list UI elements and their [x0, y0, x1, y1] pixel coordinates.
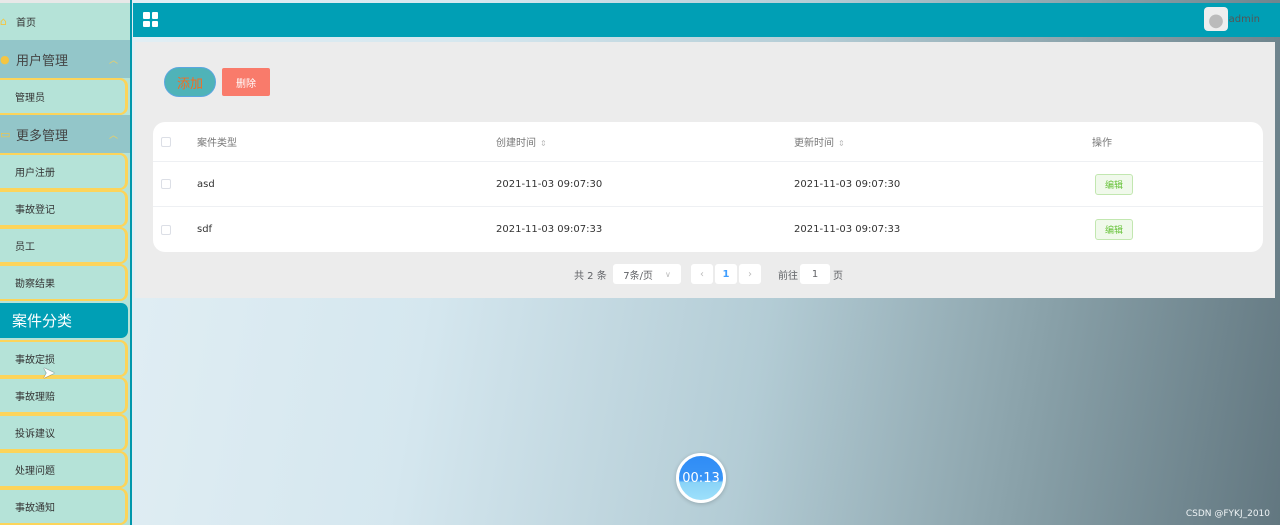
column-label: 创建时间 — [496, 138, 536, 149]
next-page-button[interactable]: › — [739, 264, 761, 284]
chevron-down-icon: ∨ — [664, 269, 671, 279]
username[interactable]: admin — [1229, 14, 1260, 25]
row-checkbox[interactable] — [161, 224, 171, 235]
sidebar-item-active[interactable]: 案件分类 — [0, 303, 128, 338]
table-row: sdf 2021-11-03 09:07:33 2021-11-03 09:07… — [153, 207, 1263, 252]
user-icon: ● — [0, 52, 10, 66]
cell-created: 2021-11-03 09:07:30 — [496, 178, 603, 190]
chat-icon: ▭ — [0, 127, 11, 141]
sidebar-item[interactable]: 事故登记 — [0, 190, 128, 227]
column-label: 更新时间 — [794, 138, 834, 149]
top-bar: ● admin — [133, 3, 1280, 37]
chevron-up-icon: ︿ — [108, 130, 118, 141]
cell-updated: 2021-11-03 09:07:33 — [794, 224, 901, 235]
cell-type: sdf — [197, 224, 213, 235]
column-header-created[interactable]: 创建时间 ⇕ — [496, 134, 547, 149]
goto-page-input[interactable]: 1 — [800, 264, 830, 284]
edit-button[interactable]: 编辑 — [1095, 219, 1133, 240]
sidebar: ⌂ 首页 ● 用户管理 ︿ 管理员 ▭ 更多管理 ︿ 用户注册 事故登记 员工 勘察结果 … — [0, 0, 132, 525]
column-header-updated[interactable]: 更新时间 ⇕ — [794, 134, 845, 149]
sidebar-group-user-management[interactable]: ● 用户管理 ︿ — [0, 40, 130, 78]
sidebar-item-admin[interactable]: 管理员 — [0, 78, 128, 115]
data-table: 案件类型 创建时间 ⇕ 更新时间 ⇕ 操作 asd 2021-11-03 09:07… — [153, 122, 1263, 252]
sidebar-item[interactable]: 用户注册 — [0, 153, 128, 190]
mouse-cursor-icon: ➤ — [42, 363, 56, 382]
menu-grid-icon[interactable] — [143, 12, 158, 27]
page-suffix: 页 — [833, 270, 843, 282]
row-checkbox[interactable] — [161, 179, 171, 189]
sort-icon[interactable]: ⇕ — [838, 139, 845, 148]
sort-icon[interactable]: ⇕ — [540, 139, 547, 148]
sidebar-item[interactable]: 事故通知 — [0, 488, 128, 525]
cell-type: asd — [197, 178, 215, 190]
delete-button[interactable]: 删除 — [222, 68, 270, 96]
add-button[interactable]: 添加 — [164, 67, 216, 97]
avatar[interactable]: ● — [1204, 7, 1228, 31]
total-count: 共 2 条 — [574, 270, 607, 282]
sidebar-group-more-management[interactable]: ▭ 更多管理 ︿ — [0, 115, 130, 153]
sidebar-item[interactable]: 勘察结果 — [0, 264, 128, 301]
sidebar-item[interactable]: 处理问题 — [0, 451, 128, 488]
page-number[interactable]: 1 — [715, 264, 737, 284]
column-header: 案件类型 — [197, 138, 237, 149]
pagination: 共 2 条 7条/页 ∨ ‹ 1 › 前往 1 页 — [135, 264, 1275, 284]
page-size-select[interactable]: 7条/页 ∨ — [613, 264, 681, 284]
page-size-value: 7条/页 — [623, 270, 653, 282]
home-icon: ⌂ — [0, 15, 7, 28]
watermark: CSDN @FYKJ_2010 — [1185, 509, 1270, 519]
prev-page-button[interactable]: ‹ — [691, 264, 713, 284]
goto-label: 前往 — [778, 270, 798, 282]
sidebar-item[interactable]: 投诉建议 — [0, 414, 128, 451]
timer-badge[interactable]: 00:13 — [676, 453, 726, 503]
content-panel: 添加 删除 案件类型 创建时间 ⇕ 更新时间 ⇕ 操作 asd 2021-11-03… — [135, 42, 1275, 298]
column-header: 操作 — [1092, 138, 1112, 149]
chevron-up-icon: ︿ — [108, 55, 118, 66]
select-all-checkbox[interactable] — [161, 136, 171, 147]
table-header: 案件类型 创建时间 ⇕ 更新时间 ⇕ 操作 — [153, 122, 1263, 162]
sidebar-item[interactable]: 事故定损 — [0, 340, 128, 377]
edit-button[interactable]: 编辑 — [1095, 173, 1133, 195]
sidebar-item[interactable]: 员工 — [0, 227, 128, 264]
cell-updated: 2021-11-03 09:07:30 — [794, 178, 901, 190]
cell-created: 2021-11-03 09:07:33 — [496, 224, 603, 235]
sidebar-item-home[interactable]: ⌂ 首页 — [0, 0, 130, 40]
sidebar-item[interactable]: 事故理赔 — [0, 377, 128, 414]
table-row: asd 2021-11-03 09:07:30 2021-11-03 09:07… — [153, 162, 1263, 207]
